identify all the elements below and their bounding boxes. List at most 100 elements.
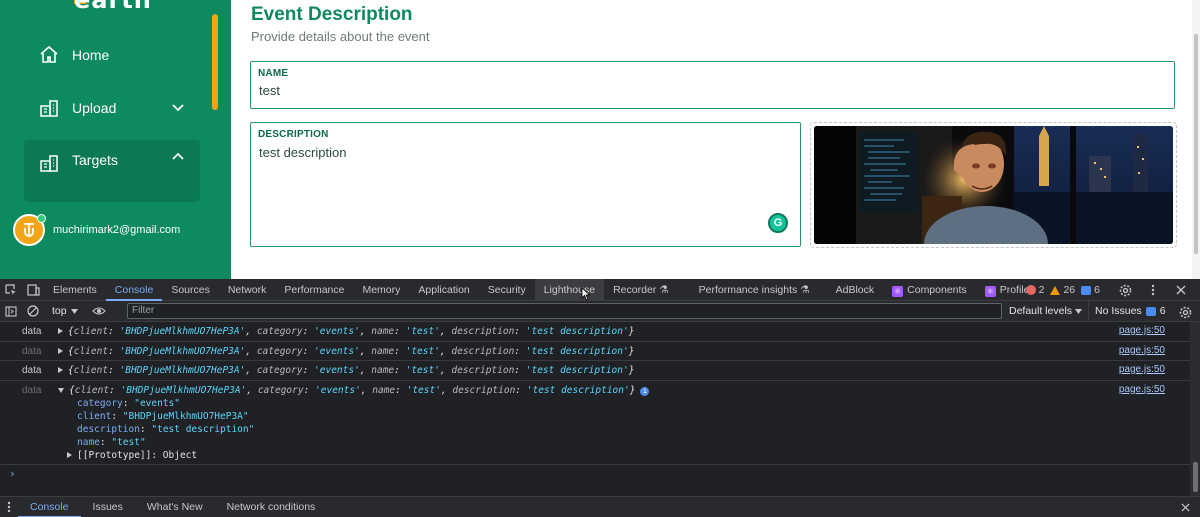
tab-recorder[interactable]: Recorder ⚗ [604,279,678,301]
sidebar-item-targets[interactable]: Targets [24,140,200,202]
inspect-element-icon[interactable] [0,279,22,301]
log-label: data [22,384,42,396]
console-scrollbar-thumb[interactable] [1193,462,1198,492]
console-prompt-area[interactable]: › [0,465,1190,495]
object-property: client: "BHDPjueMlkhmUO7HeP3A" [77,410,249,422]
expand-arrow-icon[interactable] [58,328,63,334]
name-input[interactable]: test [259,83,280,98]
grammarly-icon[interactable]: G [768,213,788,233]
flask-icon: ⚗ [659,283,669,296]
message-icon [1145,307,1156,316]
error-count[interactable]: 2 [1025,284,1044,296]
close-icon[interactable] [1170,279,1192,301]
avatar[interactable] [13,214,46,246]
issues-count: 6 [1159,305,1166,317]
log-source-link[interactable]: page.js:50 [1119,384,1165,395]
tab-adblock[interactable]: AdBlock [827,279,884,301]
tab-components-label: Components [907,283,967,296]
log-source-link[interactable]: page.js:50 [1119,345,1165,356]
live-expression-eye-icon[interactable] [88,300,110,322]
console-log-row[interactable]: data {client: 'BHDPjueMlkhmUO7HeP3A', ca… [0,342,1190,361]
tab-lighthouse[interactable]: Lighthouse [534,278,605,301]
device-toolbar-icon[interactable] [22,279,44,301]
context-value: top [52,305,67,317]
sidebar: earth Home Upload Targets muchirimark2@g… [0,0,231,279]
name-field-label: NAME [258,68,289,79]
console-log-row[interactable]: data {client: 'BHDPjueMlkhmUO7HeP3A', ca… [0,322,1190,342]
tab-application[interactable]: Application [409,279,478,301]
main-content: Event Description Provide details about … [231,0,1200,279]
main-scrollbar-thumb[interactable] [1194,34,1198,254]
user-profile[interactable]: muchirimark2@gmail.com [13,214,180,246]
collapse-arrow-icon[interactable] [58,387,64,393]
log-source-link[interactable]: page.js:50 [1119,364,1165,375]
log-source-link[interactable]: page.js:50 [1119,325,1165,336]
tab-performance[interactable]: Performance [275,279,353,301]
chevron-down-icon[interactable] [168,104,188,112]
logo[interactable]: earth [74,0,152,14]
clear-console-icon[interactable] [22,300,44,322]
drawer-menu-icon[interactable] [0,496,18,517]
tab-memory[interactable]: Memory [353,279,409,301]
more-options-icon[interactable] [1142,279,1164,301]
description-textarea[interactable]: test description [259,145,346,160]
log-object[interactable]: {client: 'BHDPjueMlkhmUO7HeP3A', categor… [58,346,634,357]
tab-performance-insights-label: Performance insights [698,283,798,296]
expand-arrow-icon[interactable] [58,347,63,354]
sidebar-item-upload[interactable]: Upload [24,87,200,129]
close-drawer-icon[interactable] [1174,497,1196,517]
tab-sources[interactable]: Sources [162,279,219,301]
console-scrollbar[interactable] [1190,322,1200,497]
sidebar-toggle-icon[interactable] [0,300,22,322]
tab-network[interactable]: Network [219,279,276,301]
error-icon [1025,285,1036,295]
tab-components[interactable]: ⚛ Components [883,279,976,301]
filter-input[interactable]: Filter [127,303,1002,319]
log-object[interactable]: {client: 'BHDPjueMlkhmUO7HeP3A', categor… [58,326,634,337]
info-icon[interactable]: i [640,386,650,396]
log-levels-dropdown[interactable]: Default levels [1009,301,1082,322]
react-icon: ⚛ [892,285,904,297]
expand-arrow-icon[interactable] [58,367,63,373]
tab-security[interactable]: Security [479,279,535,301]
console-settings-icon[interactable] [1174,301,1196,323]
issues-label: No Issues [1095,305,1142,317]
console-log-row-expanded[interactable]: data {client: 'BHDPjueMlkhmUO7HeP3A', ca… [0,381,1190,465]
object-property: description: "test description" [77,423,255,435]
sidebar-item-label: Targets [72,152,118,168]
prototype-property[interactable]: [[Prototype]]: Object [67,450,197,461]
log-object[interactable]: {client: 'BHDPjueMlkhmUO7HeP3A', categor… [58,365,634,376]
targets-icon [38,152,60,174]
tab-elements[interactable]: Elements [44,279,106,301]
event-image [814,126,1173,244]
dropdown-arrow-icon [1074,309,1082,314]
log-label: data [22,345,42,357]
event-image-dropzone[interactable] [810,122,1177,248]
sidebar-scrollbar[interactable] [212,14,218,110]
drawer-tab-issues[interactable]: Issues [81,497,135,517]
drawer-tab-network-conditions[interactable]: Network conditions [215,497,328,517]
issues-button[interactable]: No Issues 6 [1088,301,1166,322]
tab-performance-insights[interactable]: Performance insights ⚗ [690,279,819,301]
drawer-tab-whats-new[interactable]: What's New [135,497,215,517]
page-subtitle: Provide details about the event [251,29,430,44]
main-scrollbar[interactable] [1192,0,1200,279]
expand-arrow-icon[interactable] [67,451,72,458]
info-count[interactable]: 6 [1081,284,1100,296]
console-log-row[interactable]: data {client: 'BHDPjueMlkhmUO7HeP3A', ca… [0,361,1190,381]
settings-gear-icon[interactable] [1114,279,1136,301]
message-icon [1081,285,1092,295]
sidebar-item-home[interactable]: Home [24,34,200,76]
chevron-up-icon[interactable] [168,152,188,160]
warning-count[interactable]: 26 [1050,284,1075,296]
flask-icon: ⚗ [800,283,810,296]
log-object[interactable]: {client: 'BHDPjueMlkhmUO7HeP3A', categor… [58,385,650,396]
context-selector[interactable]: top [44,305,86,317]
sidebar-item-label: Upload [72,100,117,116]
tab-console[interactable]: Console [105,279,163,301]
name-field[interactable]: NAME test [250,61,1175,109]
drawer-tab-console[interactable]: Console [18,497,81,517]
description-field[interactable]: DESCRIPTION test description G [250,122,801,247]
log-label: data [22,326,42,337]
tab-recorder-label: Recorder [613,283,657,296]
